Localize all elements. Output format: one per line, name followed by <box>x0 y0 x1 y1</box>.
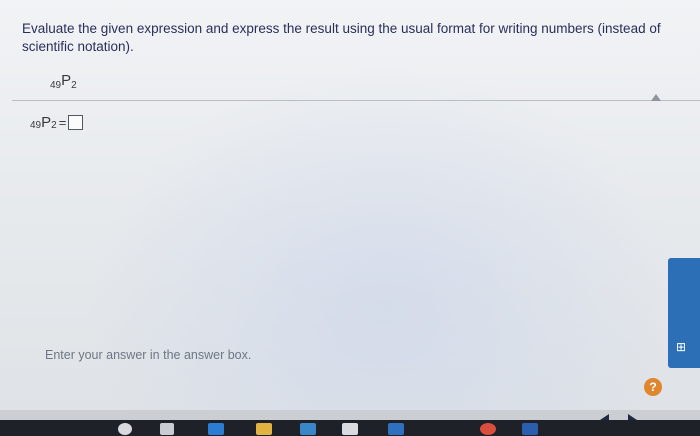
answer-expression-symbol: P <box>41 114 52 131</box>
photo-frame: Evaluate the given expression and expres… <box>0 0 700 436</box>
equals-sign: = <box>58 115 67 130</box>
hint-text: Enter your answer in the answer box. <box>45 348 252 362</box>
panel-divider <box>12 100 700 101</box>
panel-resize-handle[interactable] <box>651 94 661 101</box>
edge-icon[interactable] <box>208 423 224 435</box>
chrome-icon[interactable] <box>480 423 496 435</box>
help-button[interactable]: ? <box>644 378 662 396</box>
word-icon[interactable] <box>522 423 538 435</box>
answer-input[interactable] <box>68 115 84 130</box>
expression-r: 2 <box>71 80 77 91</box>
folder-icon[interactable] <box>256 423 272 435</box>
question-panel: Evaluate the given expression and expres… <box>0 0 700 410</box>
grid-icon[interactable]: ⊞ <box>676 340 694 354</box>
task-view-icon[interactable] <box>160 423 174 435</box>
question-text: Evaluate the given expression and expres… <box>22 21 661 54</box>
answer-expression-r: 2 <box>51 120 57 131</box>
answer-expression-n: 49 <box>30 120 42 131</box>
expression-display: 49P2 <box>50 72 77 91</box>
expression-n: 49 <box>50 80 62 91</box>
answer-row: 49 P 2 = <box>30 114 84 131</box>
app-icon[interactable] <box>342 423 358 435</box>
browser-icon[interactable] <box>118 423 132 435</box>
mail-icon[interactable] <box>388 423 404 435</box>
store-icon[interactable] <box>300 423 316 435</box>
expression-symbol: P <box>61 72 72 89</box>
